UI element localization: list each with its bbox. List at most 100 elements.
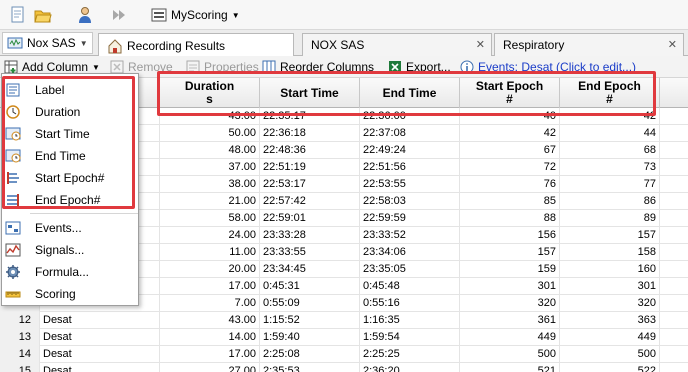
close-icon[interactable]: ✕: [668, 38, 677, 51]
new-document-icon[interactable]: [9, 6, 27, 24]
signals-icon: [5, 242, 21, 258]
cell-start: 22:36:18: [260, 125, 360, 142]
remove-icon: [110, 60, 124, 74]
cell-eepoch: 320: [560, 295, 660, 312]
export-button[interactable]: Export...: [388, 59, 451, 75]
cell-eepoch: 158: [560, 244, 660, 261]
column-header-start-epoch[interactable]: Start Epoch #: [460, 78, 560, 108]
events-icon: [5, 220, 21, 236]
menu-item-label: End Epoch#: [35, 193, 101, 207]
cell-duration: 43.00: [160, 108, 260, 125]
cell-sepoch: 521: [460, 363, 560, 372]
cell-sepoch: 40: [460, 108, 560, 125]
table-row[interactable]: 12 Desat 43.00 1:15:52 1:16:35 361 363: [0, 312, 688, 329]
cell-start: 22:57:42: [260, 193, 360, 210]
cell-end: 23:35:05: [360, 261, 460, 278]
reorder-columns-button[interactable]: Reorder Columns: [262, 59, 374, 75]
cell-eepoch: 157: [560, 227, 660, 244]
table-row[interactable]: 15 Desat 27.00 2:35:53 2:36:20 521 522: [0, 363, 688, 372]
menu-item-label[interactable]: Label: [2, 79, 138, 101]
label-icon: [5, 82, 21, 98]
menu-item-end-time[interactable]: End Time: [2, 145, 138, 167]
home-icon: [107, 38, 123, 54]
events-filter-link[interactable]: Events: Desat (Click to edit...): [460, 59, 636, 75]
cell-duration: 48.00: [160, 142, 260, 159]
cell-label: Desat: [40, 329, 160, 346]
cell-duration: 27.00: [160, 363, 260, 372]
cell-duration: 14.00: [160, 329, 260, 346]
cell-eepoch: 363: [560, 312, 660, 329]
table-row[interactable]: 14 Desat 17.00 2:25:08 2:25:25 500 500: [0, 346, 688, 363]
reorder-columns-icon: [262, 60, 276, 74]
cell-duration: 37.00: [160, 159, 260, 176]
tab-recording-results[interactable]: Recording Results: [98, 33, 294, 57]
table-row[interactable]: 13 Desat 14.00 1:59:40 1:59:54 449 449: [0, 329, 688, 346]
start-time-icon: [5, 126, 21, 142]
menu-item-scoring[interactable]: Scoring: [2, 283, 138, 305]
cell-start: 23:34:45: [260, 261, 360, 278]
recording-dropdown[interactable]: Nox SAS ▼: [2, 32, 93, 54]
menu-item-label: Events...: [35, 221, 82, 235]
cell-start: 22:48:36: [260, 142, 360, 159]
excel-icon: [388, 60, 402, 74]
menu-separator: [30, 213, 138, 214]
column-header-start-time[interactable]: Start Time: [260, 78, 360, 108]
tab-label: Respiratory: [503, 38, 565, 52]
cell-sepoch: 500: [460, 346, 560, 363]
cell-eepoch: 301: [560, 278, 660, 295]
cell-start: 22:59:01: [260, 210, 360, 227]
recording-icon: [7, 36, 23, 50]
header-line1: Start Time: [280, 85, 339, 100]
menu-item-end-epoch[interactable]: End Epoch#: [2, 189, 138, 211]
menu-item-label: Label: [35, 83, 65, 97]
cell-end: 23:33:52: [360, 227, 460, 244]
patient-icon[interactable]: [76, 6, 94, 24]
end-time-icon: [5, 148, 21, 164]
header-unit: s: [206, 92, 213, 106]
menu-item-start-time[interactable]: Start Time: [2, 123, 138, 145]
cell-eepoch: 500: [560, 346, 660, 363]
chevron-down-icon: ▼: [92, 62, 100, 72]
cell-num: 12: [0, 312, 40, 329]
scoring-icon: [151, 7, 167, 23]
close-icon[interactable]: ✕: [476, 38, 485, 51]
cell-start: 0:45:31: [260, 278, 360, 295]
remove-label: Remove: [128, 60, 173, 74]
cell-start: 2:25:08: [260, 346, 360, 363]
info-icon: [460, 60, 474, 74]
cell-eepoch: 449: [560, 329, 660, 346]
tab-respiratory[interactable]: Respiratory ✕: [494, 33, 684, 56]
cell-num: 15: [0, 363, 40, 372]
menu-item-start-epoch[interactable]: Start Epoch#: [2, 167, 138, 189]
menu-item-formula[interactable]: Formula...: [2, 261, 138, 283]
cell-sepoch: 72: [460, 159, 560, 176]
properties-icon: [186, 60, 200, 74]
scoring-selector[interactable]: MyScoring ▼: [146, 4, 245, 26]
menu-item-signals[interactable]: Signals...: [2, 239, 138, 261]
cell-end: 22:49:24: [360, 142, 460, 159]
column-header-duration[interactable]: Duration s: [160, 78, 260, 108]
column-header-end-time[interactable]: End Time: [360, 78, 460, 108]
header-unit: #: [606, 92, 613, 106]
cell-label: Desat: [40, 363, 160, 372]
cell-sepoch: 67: [460, 142, 560, 159]
cell-start: 22:53:17: [260, 176, 360, 193]
menu-item-label: Formula...: [35, 265, 90, 279]
cell-end: 22:59:59: [360, 210, 460, 227]
cell-end: 1:59:54: [360, 329, 460, 346]
column-header-end-epoch[interactable]: End Epoch #: [560, 78, 660, 108]
cell-label: Desat: [40, 312, 160, 329]
play-forward-icon[interactable]: [110, 6, 128, 24]
tab-nox-sas[interactable]: NOX SAS ✕: [302, 33, 492, 56]
cell-num: 13: [0, 329, 40, 346]
cell-duration: 58.00: [160, 210, 260, 227]
cell-start: 1:15:52: [260, 312, 360, 329]
cell-sepoch: 76: [460, 176, 560, 193]
menu-item-label: Duration: [35, 105, 81, 119]
properties-button[interactable]: Properties: [186, 59, 259, 75]
menu-item-events[interactable]: Events...: [2, 217, 138, 239]
open-folder-icon[interactable]: [34, 6, 52, 24]
menu-item-duration[interactable]: Duration: [2, 101, 138, 123]
cell-sepoch: 320: [460, 295, 560, 312]
header-unit: #: [506, 92, 513, 106]
